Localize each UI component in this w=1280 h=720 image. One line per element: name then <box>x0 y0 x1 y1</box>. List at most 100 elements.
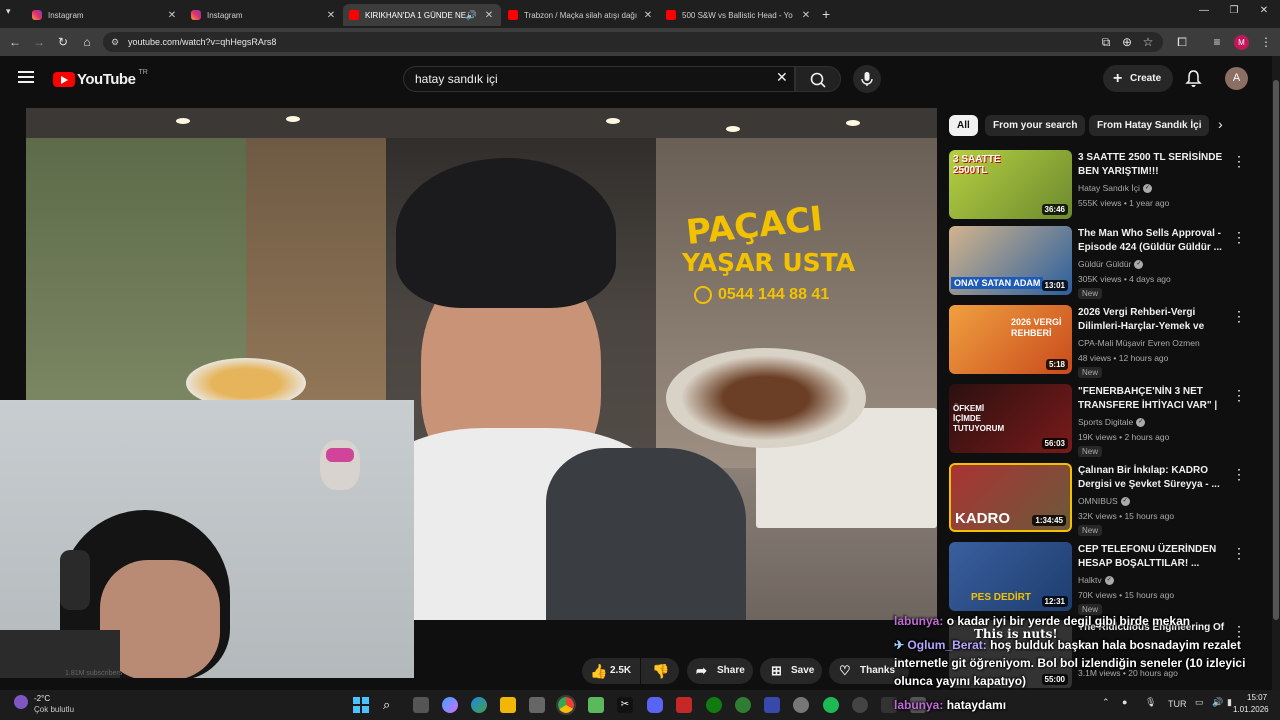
dislike-button[interactable]: 👎 <box>641 658 679 684</box>
channel-name[interactable]: Hatay Sandık İçi ✓ <box>1078 183 1152 194</box>
clear-search-icon[interactable]: ✕ <box>776 69 788 86</box>
video-thumbnail[interactable]: 2026 VERGİ REHBERİ 5:18 <box>949 305 1072 374</box>
capcut-icon[interactable]: ✂ <box>617 697 633 713</box>
youtube-logo[interactable]: YouTube TR <box>53 69 148 88</box>
app-icon[interactable] <box>852 697 868 713</box>
speaker-icon[interactable]: 🔊 <box>466 10 477 21</box>
store-icon[interactable] <box>529 697 545 713</box>
chips-next-icon[interactable]: › <box>1218 116 1223 132</box>
recommendation-item[interactable]: 2026 VERGİ REHBERİ 5:18 2026 Vergi Rehbe… <box>949 305 1249 378</box>
close-tab-icon[interactable]: ✕ <box>325 10 337 21</box>
copilot-icon[interactable] <box>442 697 458 713</box>
video-title[interactable]: 3 SAATTE 2500 TL SERİSİNDE BEN YARIŞTIM!… <box>1078 151 1228 179</box>
address-bar[interactable]: ⚙ youtube.com/watch?v=qhHegsRArs8 <box>103 32 1163 52</box>
task-view-icon[interactable] <box>413 697 429 713</box>
clock-date[interactable]: 1.01.2026 <box>1233 705 1269 714</box>
video-title[interactable]: CEP TELEFONU ÜZERİNDEN HESAP BOŞALTTILAR… <box>1078 543 1228 571</box>
battery-icon[interactable]: ▮ <box>1227 697 1232 708</box>
recommendation-item[interactable]: ÖFKEMİ İÇİMDE TUTUYORUM 56:03 "FENERBAHÇ… <box>949 384 1249 457</box>
scrollbar-thumb[interactable] <box>1273 80 1279 620</box>
video-title[interactable]: The Man Who Sells Approval - Episode 424… <box>1078 227 1228 255</box>
tray-overflow-icon[interactable]: ⌃ <box>1102 697 1110 708</box>
create-button[interactable]: + Create <box>1103 65 1173 92</box>
video-thumbnail[interactable]: 3 SAATTE 2500TL 36:46 <box>949 150 1072 219</box>
new-tab-icon[interactable]: + <box>822 6 830 22</box>
close-tab-icon[interactable]: ✕ <box>166 10 178 21</box>
channel-name[interactable]: Sports Digitale ✓ <box>1078 417 1146 428</box>
close-window-icon[interactable]: ✕ <box>1253 5 1275 21</box>
close-tab-icon[interactable]: ✕ <box>483 10 495 21</box>
share-button[interactable]: ➦ Share <box>687 658 753 684</box>
zoom-icon[interactable]: ⊕ <box>1119 34 1135 50</box>
site-info-icon[interactable]: ⚙ <box>111 32 119 52</box>
tray-app-icon[interactable]: ● <box>1122 697 1127 707</box>
forward-icon[interactable]: → <box>31 34 47 50</box>
page-scrollbar[interactable] <box>1272 56 1280 690</box>
account-avatar[interactable]: A <box>1225 67 1248 90</box>
video-thumbnail[interactable]: PES DEDİRT 12:31 <box>949 542 1072 611</box>
hamburger-menu-icon[interactable] <box>18 70 34 84</box>
video-thumbnail[interactable]: ÖFKEMİ İÇİMDE TUTUYORUM 56:03 <box>949 384 1072 453</box>
clock-time[interactable]: 15:07 <box>1247 693 1267 702</box>
language-indicator[interactable]: TUR <box>1168 699 1187 709</box>
spotify-icon[interactable] <box>823 697 839 713</box>
save-button[interactable]: ⊞ Save <box>760 658 822 684</box>
recommendation-item[interactable]: KADRO 1:34:45 Çalınan Bir İnkılap: KADRO… <box>949 463 1249 536</box>
app-icon[interactable] <box>764 697 780 713</box>
file-explorer-icon[interactable] <box>500 697 516 713</box>
more-options-icon[interactable]: ⋮ <box>1232 545 1246 562</box>
more-options-icon[interactable]: ⋮ <box>1232 229 1246 246</box>
recommendation-item[interactable]: PES DEDİRT 12:31 CEP TELEFONU ÜZERİNDEN … <box>949 542 1249 615</box>
xbox-icon[interactable] <box>706 697 722 713</box>
back-icon[interactable]: ← <box>7 34 23 50</box>
volume-icon[interactable]: 🔊 <box>1212 697 1223 708</box>
windows-start-icon[interactable] <box>353 697 369 713</box>
recommendation-item[interactable]: 3 SAATTE 2500TL 36:46 3 SAATTE 2500 TL S… <box>949 150 1249 222</box>
more-options-icon[interactable]: ⋮ <box>1232 153 1246 170</box>
search-input[interactable]: hatay sandık içi <box>403 66 795 92</box>
media-control-icon[interactable]: ≡ <box>1209 34 1225 50</box>
tab-youtube-3[interactable]: 500 S&W vs Ballistic Head - Yo ✕ <box>660 4 818 26</box>
video-title[interactable]: "FENERBAHÇE'NİN 3 NET TRANSFERE İHTİYACI… <box>1078 385 1228 413</box>
chip-all[interactable]: All <box>949 115 978 136</box>
tab-instagram-1[interactable]: Instagram ✕ <box>26 4 184 26</box>
app-icon[interactable] <box>735 697 751 713</box>
channel-name[interactable]: Halktv ✓ <box>1078 575 1114 586</box>
recommendation-item[interactable]: ONAY SATAN ADAM 13:01 The Man Who Sells … <box>949 226 1249 299</box>
close-tab-icon[interactable]: ✕ <box>800 10 812 21</box>
edge-icon[interactable] <box>471 697 487 713</box>
minimize-icon[interactable]: — <box>1193 5 1215 21</box>
voice-search-button[interactable] <box>853 65 881 93</box>
profile-avatar[interactable]: M <box>1234 35 1249 50</box>
browser-menu-icon[interactable]: ⋮ <box>1258 34 1274 50</box>
search-button[interactable] <box>795 66 841 92</box>
app-icon[interactable] <box>793 697 809 713</box>
channel-name[interactable]: CPA-Mali Müşavir Evren Ozmen <box>1078 338 1200 348</box>
more-options-icon[interactable]: ⋮ <box>1232 308 1246 325</box>
tab-instagram-2[interactable]: Instagram ✕ <box>185 4 343 26</box>
more-options-icon[interactable]: ⋮ <box>1232 466 1246 483</box>
weather-icon[interactable] <box>14 695 28 709</box>
tab-search-icon[interactable]: ▾ <box>6 6 20 20</box>
more-options-icon[interactable]: ⋮ <box>1232 387 1246 404</box>
channel-name[interactable]: OMNIBUS ✓ <box>1078 496 1130 507</box>
video-title[interactable]: 2026 Vergi Rehberi-Vergi Dilimleri-Harçl… <box>1078 306 1228 334</box>
bookmark-star-icon[interactable]: ☆ <box>1140 34 1156 50</box>
chip-from-channel[interactable]: From Hatay Sandık İçi <box>1089 115 1210 136</box>
taskbar-search-icon[interactable]: ⌕ <box>383 697 399 713</box>
cast-icon[interactable]: ⧉ <box>1098 34 1114 50</box>
tab-youtube-active[interactable]: KIRIKHAN'DA 1 GÜNDE NE 🔊 ✕ <box>343 4 501 26</box>
restore-icon[interactable]: ❐ <box>1223 5 1245 21</box>
video-thumbnail[interactable]: ONAY SATAN ADAM 13:01 <box>949 226 1072 295</box>
video-thumbnail[interactable]: KADRO 1:34:45 <box>949 463 1072 532</box>
chrome-icon[interactable] <box>556 695 576 715</box>
notifications-bell-icon[interactable] <box>1185 69 1202 93</box>
video-title[interactable]: Çalınan Bir İnkılap: KADRO Dergisi ve Şe… <box>1078 464 1228 492</box>
minecraft-icon[interactable] <box>588 697 604 713</box>
reload-icon[interactable]: ↻ <box>55 34 71 50</box>
app-icon[interactable] <box>676 697 692 713</box>
close-tab-icon[interactable]: ✕ <box>642 10 654 21</box>
network-icon[interactable]: ▭ <box>1195 697 1204 708</box>
discord-icon[interactable] <box>647 697 663 713</box>
extensions-icon[interactable]: ⧠ <box>1174 34 1190 50</box>
